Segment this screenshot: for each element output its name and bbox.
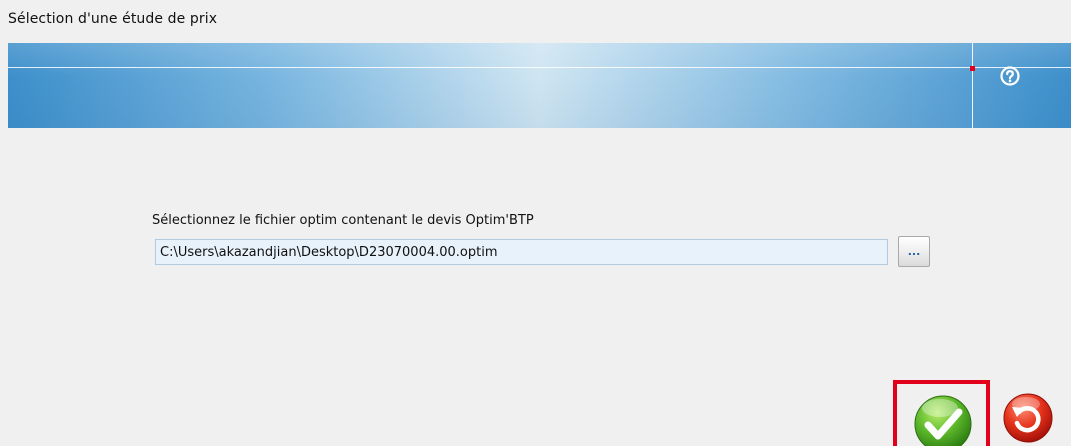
window-title: Sélection d'une étude de prix bbox=[8, 11, 218, 27]
banner-divider-vertical bbox=[972, 43, 973, 128]
cancel-button[interactable] bbox=[1000, 390, 1056, 446]
banner-marker bbox=[970, 66, 975, 71]
validate-button[interactable] bbox=[893, 380, 990, 446]
undo-icon bbox=[1003, 393, 1053, 443]
dialog-window: Sélection d'une étude de prix Sélectionn… bbox=[0, 0, 1071, 446]
help-icon[interactable] bbox=[1000, 66, 1020, 86]
banner-divider-horizontal bbox=[8, 67, 1071, 68]
check-icon bbox=[914, 395, 972, 446]
browse-button[interactable]: ... bbox=[898, 236, 930, 267]
file-selection-label: Sélectionnez le fichier optim contenant … bbox=[152, 213, 534, 228]
file-path-input[interactable] bbox=[155, 239, 888, 265]
header-banner bbox=[8, 43, 1071, 128]
